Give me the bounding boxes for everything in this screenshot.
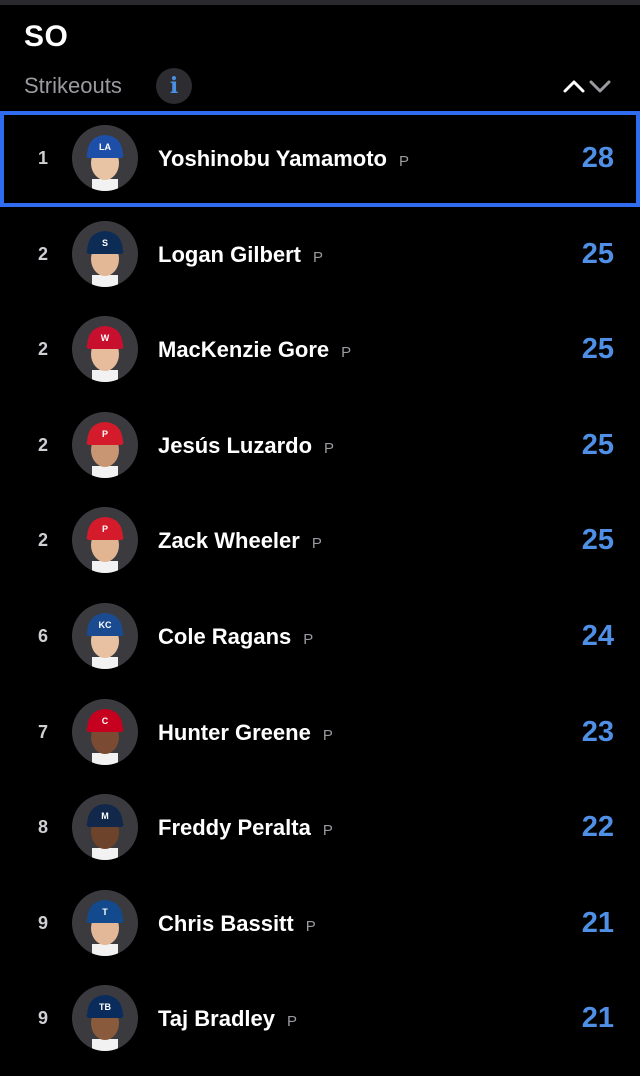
player-name: Chris Bassitt P [158, 876, 316, 975]
position-label: P [303, 630, 314, 648]
rank-label: 6 [38, 625, 49, 646]
stat-value: 21 [581, 1002, 614, 1035]
player-avatar: KC [72, 602, 138, 669]
position-label: P [286, 1013, 297, 1031]
player-avatar: C [72, 698, 138, 765]
position-label: P [313, 248, 324, 266]
rank-label: 2 [38, 434, 49, 455]
svg-text:S: S [102, 238, 108, 248]
svg-text:P: P [102, 524, 108, 534]
player-name-text: Taj Bradley [158, 1006, 275, 1032]
position-label: P [311, 535, 322, 553]
player-name: Hunter Greene P [158, 685, 333, 784]
stat-value: 24 [581, 619, 614, 652]
player-avatar: M [72, 794, 138, 861]
player-name-text: Jesús Luzardo [158, 432, 313, 458]
player-name: Yoshinobu Yamamoto P [158, 111, 409, 210]
player-avatar: LA [72, 125, 138, 191]
rank-label: 1 [38, 148, 49, 168]
player-name: Logan Gilbert P [158, 207, 323, 306]
player-name-text: Chris Bassitt [158, 910, 294, 936]
leaderboard-list: 1 LA Yoshinobu Yamamoto P 28 2 S Logan Gilbert P… [0, 111, 640, 1067]
leader-row[interactable]: 2 P Jesús Luzardo P 25 [0, 398, 640, 494]
stat-value: 21 [581, 906, 614, 939]
player-name: Cole Ragans P [158, 589, 313, 688]
leader-row[interactable]: 9 TB Taj Bradley P 21 [0, 971, 640, 1067]
position-label: P [399, 153, 410, 170]
player-name-text: Logan Gilbert [158, 241, 301, 267]
svg-text:M: M [101, 811, 109, 821]
chevron-up-down-icon[interactable] [562, 74, 614, 96]
svg-text:C: C [102, 716, 109, 726]
stat-value: 23 [581, 715, 614, 748]
player-name-text: Hunter Greene [158, 719, 311, 745]
stat-value: 25 [581, 524, 614, 557]
rank-label: 2 [38, 530, 49, 551]
rank-label: 8 [38, 817, 49, 838]
player-name: Jesús Luzardo P [158, 398, 334, 497]
svg-text:TB: TB [99, 1002, 111, 1012]
leader-row[interactable]: 2 S Logan Gilbert P 25 [0, 207, 640, 303]
stat-value: 28 [581, 142, 614, 174]
svg-text:T: T [102, 907, 108, 917]
svg-text:KC: KC [99, 620, 112, 630]
stat-value: 22 [581, 811, 614, 844]
player-name-text: Yoshinobu Yamamoto [158, 146, 387, 171]
player-name: Taj Bradley P [158, 971, 297, 1070]
leader-row[interactable]: 1 LA Yoshinobu Yamamoto P 28 [0, 111, 640, 207]
svg-text:LA: LA [99, 142, 111, 152]
rank-label: 7 [38, 721, 49, 742]
player-avatar: P [72, 507, 138, 574]
leader-row[interactable]: 2 W MacKenzie Gore P 25 [0, 302, 640, 398]
svg-text:W: W [101, 333, 110, 343]
player-name: MacKenzie Gore P [158, 302, 351, 401]
player-avatar: W [72, 316, 138, 383]
stat-value: 25 [581, 237, 614, 270]
player-name: Zack Wheeler P [158, 493, 322, 592]
player-name-text: Zack Wheeler [158, 528, 300, 554]
stat-subtitle: Strikeouts [24, 73, 122, 98]
player-avatar: S [72, 220, 138, 287]
stat-header: Strikeouts i [24, 68, 616, 104]
page-title: SO [24, 20, 69, 53]
position-label: P [305, 917, 316, 935]
player-name-text: Freddy Peralta [158, 815, 311, 841]
position-label: P [322, 726, 333, 744]
stat-value: 25 [581, 333, 614, 366]
rank-label: 9 [38, 1008, 49, 1029]
leader-row[interactable]: 7 C Hunter Greene P 23 [0, 685, 640, 781]
player-avatar: T [72, 889, 138, 956]
leader-row[interactable]: 8 M Freddy Peralta P 22 [0, 780, 640, 876]
leader-row[interactable]: 9 T Chris Bassitt P 21 [0, 876, 640, 972]
top-divider [0, 0, 640, 5]
player-name: Freddy Peralta P [158, 780, 333, 879]
rank-label: 9 [38, 912, 49, 933]
player-avatar: P [72, 411, 138, 478]
leader-row[interactable]: 6 KC Cole Ragans P 24 [0, 589, 640, 685]
player-name-text: Cole Ragans [158, 623, 292, 649]
leader-row[interactable]: 2 P Zack Wheeler P 25 [0, 493, 640, 589]
player-name-text: MacKenzie Gore [158, 337, 330, 363]
rank-label: 2 [38, 243, 49, 264]
position-label: P [322, 822, 333, 840]
rank-label: 2 [38, 339, 49, 360]
position-label: P [324, 439, 335, 457]
position-label: P [341, 344, 352, 362]
svg-text:P: P [102, 429, 108, 439]
stat-value: 25 [581, 428, 614, 461]
info-icon[interactable]: i [156, 68, 192, 104]
player-avatar: TB [72, 985, 138, 1052]
